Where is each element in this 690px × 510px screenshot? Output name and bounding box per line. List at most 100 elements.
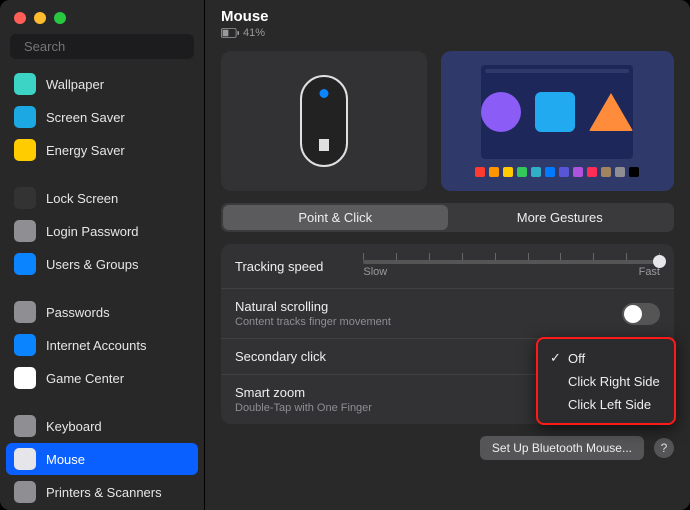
row-tracking-speed: Tracking speed Slow Fast [221, 244, 674, 289]
sidebar-item-label: Screen Saver [46, 110, 125, 125]
sidebar: Wallpaper Screen Saver Energy Saver Lock Sc… [0, 0, 205, 510]
sidebar-item-label: Internet Accounts [46, 338, 146, 353]
desktop-thumbnail [481, 65, 633, 159]
window-controls [0, 0, 204, 34]
natural-scrolling-sub: Content tracks finger movement [235, 316, 391, 328]
help-button[interactable]: ? [654, 438, 674, 458]
tab-more-gestures[interactable]: More Gestures [448, 205, 673, 230]
tab-bar: Point & Click More Gestures [221, 203, 674, 232]
sidebar-item-energy-saver[interactable]: Energy Saver [6, 134, 198, 166]
wallpaper-icon [14, 73, 36, 95]
tab-point-and-click[interactable]: Point & Click [223, 205, 448, 230]
menu-item-off[interactable]: ✓ Off [548, 346, 664, 370]
sidebar-item-label: Users & Groups [46, 257, 138, 272]
pane-header: Mouse 41% [221, 8, 674, 39]
close-window-button[interactable] [14, 12, 26, 24]
maximize-window-button[interactable] [54, 12, 66, 24]
swatch [559, 167, 569, 177]
system-settings-window: Wallpaper Screen Saver Energy Saver Lock Sc… [0, 0, 690, 510]
shape-triangle [589, 93, 633, 131]
natural-scrolling-label: Natural scrolling [235, 299, 391, 314]
footer: Set Up Bluetooth Mouse... ? [221, 436, 674, 460]
passwords-icon [14, 301, 36, 323]
settings-table: Tracking speed Slow Fast Natural scrolli… [221, 244, 674, 424]
gesture-preview [441, 51, 675, 191]
sidebar-item-printers-scanners[interactable]: Printers & Scanners [6, 476, 198, 508]
mouse-icon [14, 448, 36, 470]
shape-square [535, 92, 575, 132]
mouse-preview [221, 51, 427, 191]
menu-item-label: Click Left Side [568, 397, 651, 412]
search-input[interactable] [24, 39, 200, 54]
natural-scrolling-toggle[interactable] [622, 303, 660, 325]
sidebar-item-label: Passwords [46, 305, 110, 320]
row-natural-scrolling: Natural scrolling Content tracks finger … [221, 289, 674, 339]
sidebar-item-login-password[interactable]: Login Password [6, 215, 198, 247]
gamecenter-icon [14, 367, 36, 389]
sidebar-item-label: Energy Saver [46, 143, 125, 158]
sidebar-item-game-center[interactable]: Game Center [6, 362, 198, 394]
energy-icon [14, 139, 36, 161]
minimize-window-button[interactable] [34, 12, 46, 24]
smart-zoom-sub: Double-Tap with One Finger [235, 402, 372, 414]
keyboard-icon [14, 415, 36, 437]
sidebar-item-label: Keyboard [46, 419, 102, 434]
tracking-speed-slider[interactable]: Slow Fast [363, 254, 660, 278]
swatch [545, 167, 555, 177]
smart-zoom-label: Smart zoom [235, 385, 372, 400]
mouse-illustration [300, 75, 348, 167]
swatch [615, 167, 625, 177]
sidebar-item-lock-screen[interactable]: Lock Screen [6, 182, 198, 214]
preview-row [221, 51, 674, 191]
color-swatches [475, 167, 639, 177]
swatch [587, 167, 597, 177]
menu-item-label: Off [568, 351, 585, 366]
sidebar-item-screen-saver[interactable]: Screen Saver [6, 101, 198, 133]
slider-knob[interactable] [653, 255, 666, 268]
menu-item-click-right-side[interactable]: Click Right Side [548, 370, 664, 393]
lock-icon [14, 187, 36, 209]
sidebar-list[interactable]: Wallpaper Screen Saver Energy Saver Lock Sc… [0, 67, 204, 510]
swatch [629, 167, 639, 177]
menu-item-label: Click Right Side [568, 374, 660, 389]
screensaver-icon [14, 106, 36, 128]
mouse-battery: 41% [221, 27, 674, 39]
sidebar-item-label: Mouse [46, 452, 85, 467]
users-icon [14, 253, 36, 275]
shape-circle [481, 92, 521, 132]
sidebar-item-label: Login Password [46, 224, 139, 239]
sidebar-item-passwords[interactable]: Passwords [6, 296, 198, 328]
search-field[interactable] [10, 34, 194, 59]
sidebar-item-label: Printers & Scanners [46, 485, 162, 500]
slider-min-label: Slow [363, 266, 387, 278]
sidebar-item-label: Game Center [46, 371, 124, 386]
setup-bluetooth-button[interactable]: Set Up Bluetooth Mouse... [480, 436, 644, 460]
swatch [503, 167, 513, 177]
main-panel: Mouse 41% Point & Click More Gestures [205, 0, 690, 510]
battery-percent: 41% [243, 27, 265, 39]
tracking-speed-label: Tracking speed [235, 259, 323, 274]
swatch [489, 167, 499, 177]
battery-icon [221, 28, 239, 38]
sidebar-item-label: Lock Screen [46, 191, 118, 206]
sidebar-item-internet-accounts[interactable]: Internet Accounts [6, 329, 198, 361]
sidebar-item-users-groups[interactable]: Users & Groups [6, 248, 198, 280]
row-secondary-click[interactable]: Secondary click ✓OffClick Right SideClic… [221, 339, 674, 375]
printers-icon [14, 481, 36, 503]
secondary-click-menu[interactable]: ✓ Off Click Right Side Click Left Side [536, 337, 676, 425]
login-icon [14, 220, 36, 242]
sidebar-item-wallpaper[interactable]: Wallpaper [6, 68, 198, 100]
swatch [531, 167, 541, 177]
sidebar-item-mouse[interactable]: Mouse [6, 443, 198, 475]
secondary-click-label: Secondary click [235, 349, 326, 364]
swatch [517, 167, 527, 177]
sidebar-item-keyboard[interactable]: Keyboard [6, 410, 198, 442]
menu-item-click-left-side[interactable]: Click Left Side [548, 393, 664, 416]
sidebar-item-label: Wallpaper [46, 77, 104, 92]
swatch [573, 167, 583, 177]
swatch [601, 167, 611, 177]
checkmark-icon: ✓ [550, 350, 562, 366]
internet-icon [14, 334, 36, 356]
swatch [475, 167, 485, 177]
pane-title: Mouse [221, 8, 674, 25]
